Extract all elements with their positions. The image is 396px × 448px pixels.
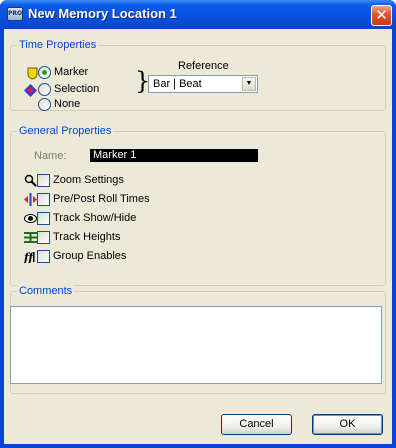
cancel-button[interactable]: Cancel: [221, 414, 292, 435]
general-properties-title: General Properties: [17, 125, 114, 138]
eye-icon: [24, 214, 37, 223]
pro-tools-app-icon: PRO: [7, 7, 23, 21]
pre-post-roll-label[interactable]: Pre/Post Roll Times: [53, 193, 150, 206]
dialog-client-area: Time Properties Marker Selection None } …: [4, 29, 392, 444]
group-enables-checkbox[interactable]: [37, 250, 50, 263]
zoom-settings-checkbox[interactable]: [37, 174, 50, 187]
group-enables-label[interactable]: Group Enables: [53, 250, 126, 263]
selection-icon: [24, 84, 37, 97]
reference-select-value: Bar | Beat: [153, 78, 202, 90]
group-enables-icon: ff: [24, 251, 35, 263]
none-radio[interactable]: [38, 98, 51, 111]
reference-select[interactable]: Bar | Beat ▼: [148, 75, 258, 93]
none-label[interactable]: None: [54, 98, 80, 111]
track-show-hide-checkbox[interactable]: [37, 212, 50, 225]
pre-post-roll-checkbox[interactable]: [37, 193, 50, 206]
pre-post-roll-icon: [24, 193, 37, 206]
track-heights-label[interactable]: Track Heights: [53, 231, 120, 244]
close-button[interactable]: ✕: [371, 5, 392, 26]
name-input[interactable]: Marker 1: [90, 149, 258, 162]
chevron-down-icon[interactable]: ▼: [242, 77, 256, 91]
ok-button[interactable]: OK: [312, 414, 383, 435]
track-show-hide-label[interactable]: Track Show/Hide: [53, 212, 136, 225]
comments-textarea[interactable]: [10, 306, 382, 384]
reference-label: Reference: [178, 60, 229, 72]
selection-radio[interactable]: [38, 83, 51, 96]
time-properties-title: Time Properties: [17, 39, 99, 52]
marker-shield-icon: [27, 67, 38, 80]
window-title: New Memory Location 1: [28, 6, 177, 21]
zoom-settings-label[interactable]: Zoom Settings: [53, 174, 124, 187]
track-heights-icon: [24, 232, 37, 243]
comments-title: Comments: [17, 285, 75, 298]
zoom-icon: [24, 174, 37, 187]
name-label: Name:: [34, 150, 67, 162]
title-bar[interactable]: PRO New Memory Location 1 ✕: [0, 0, 396, 29]
marker-label[interactable]: Marker: [54, 66, 88, 79]
track-heights-checkbox[interactable]: [37, 231, 50, 244]
dialog-window: PRO New Memory Location 1 ✕ Time Propert…: [0, 0, 396, 448]
marker-radio[interactable]: [38, 66, 51, 79]
selection-label[interactable]: Selection: [54, 83, 99, 96]
